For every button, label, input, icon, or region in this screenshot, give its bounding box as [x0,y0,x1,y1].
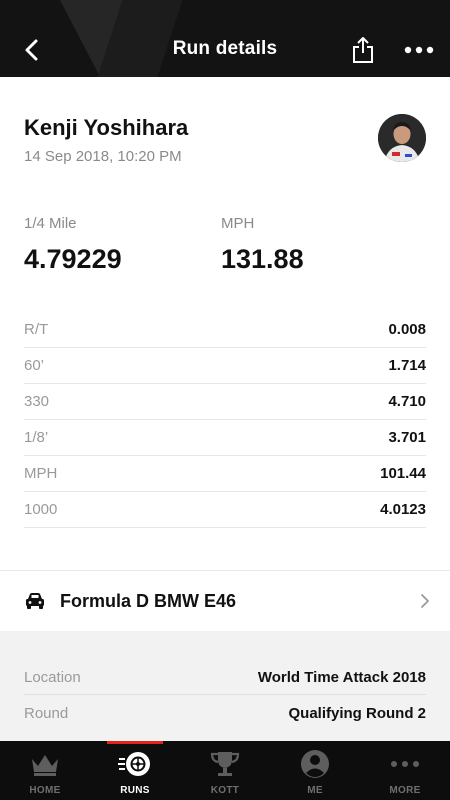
active-tab-indicator [107,741,163,744]
timing-list: R/T 0.008 60’ 1.714 330 4.710 1/8’ 3.701… [24,312,426,528]
timing-value: 0.008 [388,321,426,338]
round-label: Round [24,704,69,722]
run-date: 14 Sep 2018, 10:20 PM [24,148,182,165]
round-row: Round Qualifying Round 2 [24,695,426,731]
page-title: Run details [172,38,278,59]
timing-label: R/T [24,321,49,338]
tab-label: KOTT [210,785,240,796]
timing-value: 3.701 [388,429,426,446]
bottom-tab-bar: HOME RUNS KOTT ME MORE [0,741,450,800]
timing-row: 60’ 1.714 [24,348,426,384]
driver-name: Kenji Yoshihara [24,115,189,140]
chevron-right-icon [421,594,429,608]
mph-value: 131.88 [221,244,304,274]
timing-row: MPH 101.44 [24,456,426,492]
tab-label: ME [307,785,323,796]
tab-kott[interactable]: KOTT [180,741,270,800]
mph-label: MPH [221,215,255,232]
location-value: World Time Attack 2018 [257,668,426,686]
tab-label: RUNS [120,785,150,796]
timing-label: 1000 [24,501,58,518]
tab-runs[interactable]: RUNS [90,741,180,800]
timing-value: 1.714 [388,357,426,374]
event-details: Location World Time Attack 2018 Round Qu… [0,631,450,741]
crown-icon [32,755,58,776]
timing-label: MPH [24,465,58,482]
tab-label: MORE [389,785,421,796]
timing-value: 101.44 [380,465,426,482]
top-app-bar: Run details [0,0,450,77]
location-label: Location [24,668,81,686]
timing-row: 330 4.710 [24,384,426,420]
tab-home[interactable]: HOME [0,741,90,800]
share-button[interactable] [351,37,375,63]
timing-label: 60’ [24,357,45,374]
trophy-icon [210,752,240,776]
more-dots-icon [404,46,434,54]
quarter-mile-label: 1/4 Mile [24,215,77,232]
car-row[interactable]: Formula D BMW E46 [0,570,450,631]
tab-me[interactable]: ME [270,741,360,800]
more-button[interactable] [404,43,434,57]
timing-row: 1/8’ 3.701 [24,420,426,456]
timing-label: 1/8’ [24,429,49,446]
round-value: Qualifying Round 2 [288,704,427,722]
driver-photo [378,114,426,162]
car-icon [26,593,44,609]
tab-more[interactable]: MORE [360,741,450,800]
avatar[interactable] [378,114,426,162]
share-icon [353,37,373,63]
tire-icon [118,752,150,776]
user-icon [301,750,329,778]
location-row: Location World Time Attack 2018 [24,659,426,695]
tab-label: HOME [29,785,61,796]
timing-row: R/T 0.008 [24,312,426,348]
quarter-mile-value: 4.79229 [24,244,122,274]
timing-value: 4.0123 [380,501,426,518]
timing-value: 4.710 [388,393,426,410]
car-name: Formula D BMW E46 [60,591,237,611]
timing-label: 330 [24,393,50,410]
timing-row: 1000 4.0123 [24,492,426,528]
more-dots-icon [391,761,419,767]
